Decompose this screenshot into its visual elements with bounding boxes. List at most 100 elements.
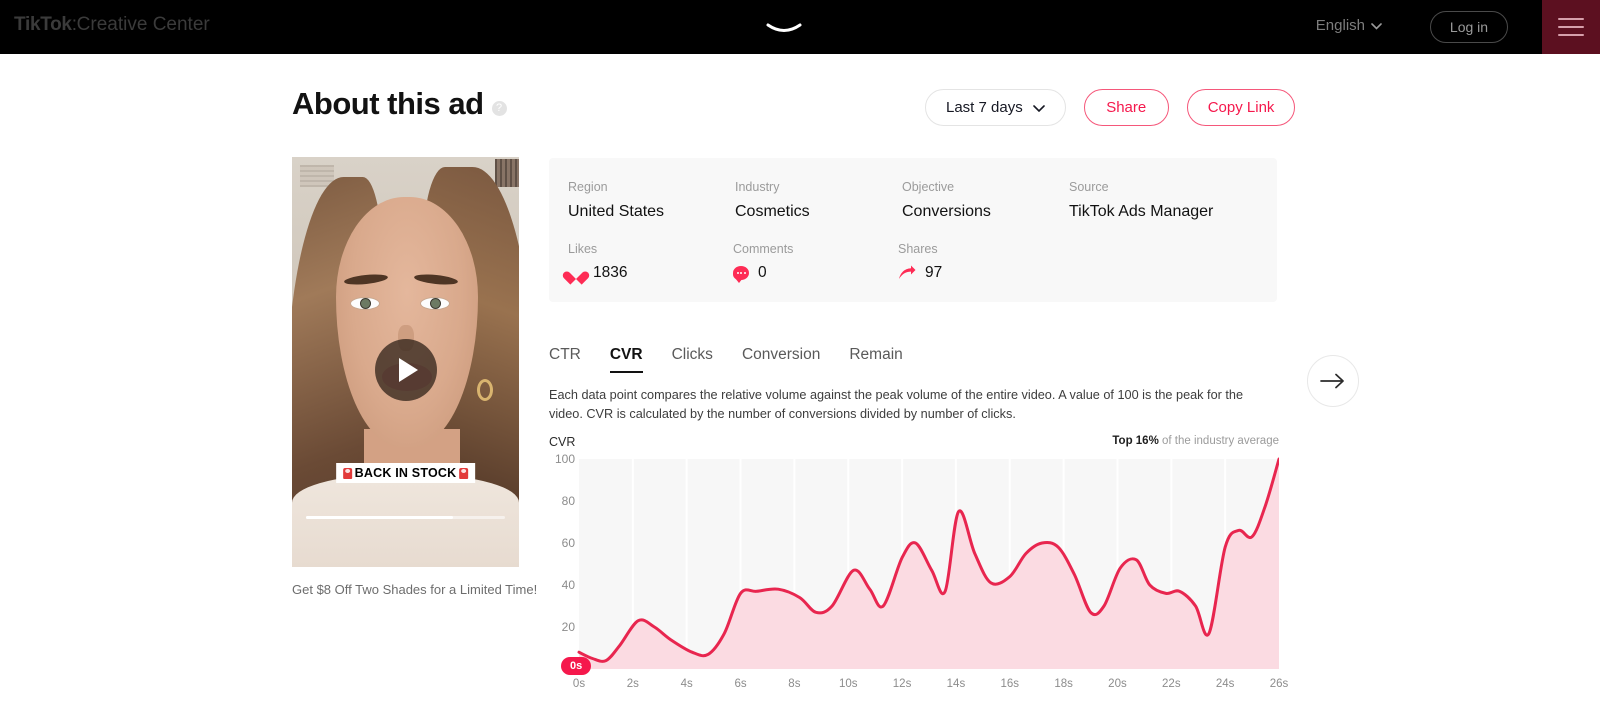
x-axis-labels: 0s 2s 4s 6s 8s 10s 12s 14s 16s 18s 20s 22s 24s 26s [549, 678, 1288, 696]
chevron-down-icon [1032, 99, 1045, 116]
brand-subtitle: Creative Center [76, 14, 210, 35]
x-axis-tick-label: 2s [626, 678, 639, 690]
stat-label: Shares [898, 242, 938, 256]
x-axis-tick-label: 12s [892, 678, 912, 690]
login-label: Log in [1449, 19, 1489, 35]
hamburger-menu-icon[interactable] [1542, 0, 1600, 54]
meta-value: United States [568, 203, 665, 220]
x-axis-tick-label: 6s [734, 678, 747, 690]
meta-objective: Objective Conversions [902, 180, 1069, 221]
meta-label: Region [568, 180, 608, 194]
overlay-label: BACK IN STOCK [354, 466, 457, 480]
share-label: Share [1106, 99, 1147, 116]
language-label: English [1315, 17, 1365, 34]
hamburger-bar [1558, 18, 1584, 20]
top-navigation-bar: TikTok:Creative Center English Log in [0, 0, 1600, 54]
engagement-stats-row: Likes 1836 Comments 0 Shares 97 [568, 242, 1063, 283]
shares-count: 97 [925, 264, 943, 281]
chart-header: CVR Top 16% of the industry average [549, 435, 1279, 451]
stat-shares: Shares 97 [898, 242, 1063, 282]
comments-count: 0 [758, 264, 767, 281]
meta-source: Source TikTok Ads Manager [1069, 180, 1269, 221]
tab-cvr[interactable]: CVR [609, 346, 643, 373]
chart-description: Each data point compares the relative vo… [549, 388, 1244, 421]
iris-right [430, 298, 441, 309]
video-progress-bar[interactable] [306, 516, 505, 519]
siren-emoji [342, 467, 352, 479]
comment-bubble-icon [733, 266, 749, 283]
stat-label: Comments [733, 242, 794, 256]
drag-handle-icon[interactable] [766, 22, 802, 36]
copy-link-label: Copy Link [1207, 99, 1275, 116]
meta-value: TikTok Ads Manager [1069, 203, 1214, 220]
iris-left [360, 298, 371, 309]
ad-info-card: Region United States Industry Cosmetics … [549, 158, 1277, 302]
date-range-label: Last 7 days [946, 99, 1023, 116]
login-button[interactable]: Log in [1430, 11, 1508, 43]
page-content: About this ad ? Last 7 days Share Copy L… [0, 54, 1600, 714]
video-caption: Get $8 Off Two Shades for a Limited Time… [292, 582, 538, 597]
stat-value-wrap: 1836 [568, 264, 733, 282]
industry-benchmark: Top 16% of the industry average [1112, 435, 1279, 447]
video-overlay-text: BACK IN STOCK [335, 463, 476, 483]
meta-industry: Industry Cosmetics [735, 180, 902, 221]
x-axis-tick-label: 20s [1108, 678, 1127, 690]
meta-value: Conversions [902, 203, 991, 220]
wall-decoration-right [495, 159, 519, 187]
x-axis-tick-label: 18s [1054, 678, 1073, 690]
video-progress-fill [306, 516, 454, 519]
meta-region: Region United States [568, 180, 735, 221]
metadata-row: Region United States Industry Cosmetics … [568, 180, 1269, 221]
stat-comments: Comments 0 [733, 242, 898, 283]
meta-label: Objective [902, 180, 955, 194]
meta-label: Source [1069, 180, 1109, 194]
stat-label: Likes [568, 242, 598, 256]
stat-likes: Likes 1836 [568, 242, 733, 282]
meta-label: Industry [735, 180, 780, 194]
x-axis-tick-label: 22s [1162, 678, 1181, 690]
shirt [292, 475, 519, 567]
header-actions: Last 7 days Share Copy Link [925, 89, 1296, 126]
date-range-dropdown[interactable]: Last 7 days [925, 89, 1066, 126]
play-icon[interactable] [374, 339, 437, 402]
ad-video-preview[interactable]: BACK IN STOCK Get $8 Off Two Shades for … [292, 157, 537, 597]
meta-value: Cosmetics [735, 203, 810, 220]
share-arrow-icon [898, 265, 916, 281]
tab-clicks[interactable]: Clicks [672, 346, 713, 373]
metric-tabs: CTR CVR Clicks Conversion Remain [549, 346, 903, 373]
heart-icon [568, 266, 584, 281]
siren-emoji [459, 467, 469, 479]
likes-count: 1836 [593, 264, 628, 281]
x-axis-tick-label: 26s [1269, 678, 1289, 690]
brand-name: TikTok [14, 14, 72, 35]
hamburger-bar [1558, 34, 1584, 36]
chart-plot-area [577, 457, 1279, 669]
x-axis-tick-label: 8s [788, 678, 801, 690]
benchmark-rank: Top 16% [1112, 435, 1159, 447]
share-button[interactable]: Share [1083, 89, 1169, 126]
benchmark-suffix: of the industry average [1158, 435, 1279, 447]
page-title-row: About this ad ? [292, 86, 507, 122]
chart-metric-label: CVR [549, 435, 576, 449]
x-axis-tick-label: 24s [1215, 678, 1235, 690]
x-axis-tick-label: 14s [946, 678, 966, 690]
copy-link-button[interactable]: Copy Link [1186, 89, 1296, 126]
stat-value-wrap: 97 [898, 264, 1063, 282]
question-mark-icon[interactable]: ? [491, 100, 507, 116]
brand-logo[interactable]: TikTok:Creative Center [14, 14, 210, 36]
chevron-down-icon [1371, 17, 1382, 34]
stat-value-wrap: 0 [733, 264, 898, 283]
playhead-time-badge: 0s [561, 657, 592, 675]
language-selector[interactable]: English [1316, 17, 1382, 34]
x-axis-tick-label: 16s [1000, 678, 1020, 690]
arrow-right-icon [1320, 373, 1344, 389]
tab-remain[interactable]: Remain [849, 346, 902, 373]
hamburger-bar [1558, 26, 1584, 28]
video-thumbnail[interactable]: BACK IN STOCK [292, 157, 519, 567]
x-axis-tick-label: 0s [572, 678, 586, 690]
tab-ctr[interactable]: CTR [549, 346, 581, 373]
earring [477, 379, 493, 401]
cvr-line-chart[interactable]: 020406080100 0s2s4s6s8s10s12s14s16s18s20… [549, 452, 1288, 714]
tab-conversion[interactable]: Conversion [742, 346, 820, 373]
next-ad-button[interactable] [1307, 355, 1359, 407]
